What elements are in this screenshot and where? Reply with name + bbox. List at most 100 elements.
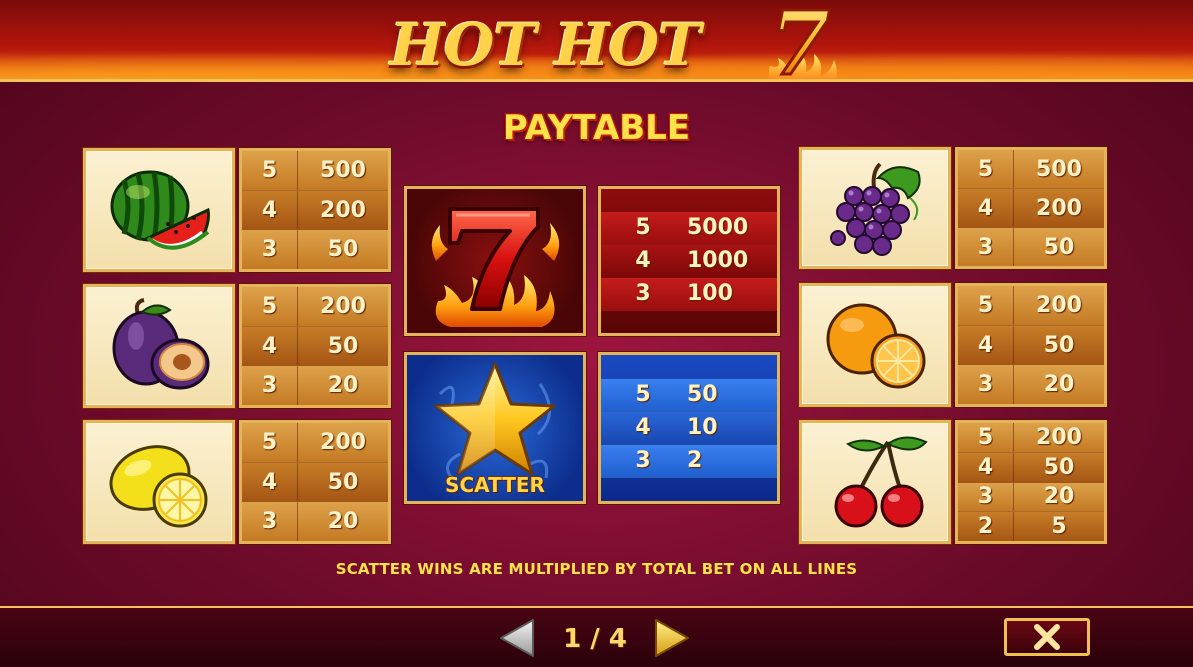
paytable-plum: 5 200 4 50 3 20 (239, 284, 391, 408)
pay-count: 5 (242, 287, 298, 326)
pay-value: 200 (1036, 292, 1082, 318)
pay-count: 5 (242, 423, 298, 462)
pay-row: 5 5000 (601, 211, 777, 245)
pay-row: 3 20 (958, 365, 1104, 404)
star-scatter-icon (434, 362, 556, 479)
pay-value: 50 (327, 237, 359, 263)
pay-count: 3 (242, 230, 298, 269)
arrow-left-icon[interactable] (497, 616, 537, 660)
plum-icon (112, 298, 210, 390)
pay-value: 50 (327, 333, 359, 359)
fire-seven-icon (431, 207, 560, 327)
pay-row: 4 50 (242, 326, 388, 367)
symbol-scatter-star: SCATTER (404, 352, 586, 504)
pay-row: 4 50 (958, 452, 1104, 483)
watermelon-icon (110, 170, 210, 250)
pay-value: 500 (320, 157, 366, 183)
pay-value: 20 (1043, 372, 1075, 398)
pay-row: 4 200 (242, 190, 388, 231)
pay-value: 200 (320, 197, 366, 223)
pay-count: 4 (635, 415, 651, 440)
paytable-cherries: 5 200 4 50 3 20 25 (955, 420, 1107, 544)
game-logo: HOT HOT 7 (390, 0, 860, 82)
pay-count: 5 (958, 286, 1014, 325)
pay-row: 5 50 (601, 378, 777, 412)
logo-text: HOT HOT (390, 11, 701, 79)
pay-count: 3 (242, 502, 298, 541)
pay-row: 3 50 (242, 230, 388, 269)
pay-value: 50 (1043, 454, 1075, 480)
symbol-grapes (799, 147, 951, 269)
pay-row: 5 500 (242, 151, 388, 191)
pay-row: 5 200 (242, 287, 388, 327)
pay-count: 4 (242, 462, 298, 502)
pay-row: 5 200 (958, 423, 1104, 453)
arrow-right-icon[interactable] (652, 616, 692, 660)
paytable-title: PAYTABLE (502, 108, 691, 148)
symbol-orange (799, 283, 951, 407)
pay-value: 50 (687, 382, 718, 407)
pay-row: 5 500 (958, 150, 1104, 189)
pay-value: 20 (327, 373, 359, 399)
pay-row: 4 50 (242, 462, 388, 503)
symbol-cherries (799, 420, 951, 544)
pay-count: 5 (635, 382, 651, 407)
pay-count: 3 (958, 482, 1014, 512)
close-button[interactable] (1004, 618, 1090, 656)
pay-row: 4 200 (958, 189, 1104, 228)
pay-row: 4 1000 (601, 244, 777, 278)
pay-value: 200 (320, 293, 366, 319)
pay-value: 50 (1043, 234, 1075, 260)
pay-value: 20 (327, 509, 359, 535)
header-banner: HOT HOT 7 (0, 0, 1193, 82)
svg-text:7: 7 (769, 0, 830, 82)
pay-value: 20 (1043, 484, 1075, 510)
pay-count: 3 (635, 281, 651, 306)
lemon-icon (109, 445, 208, 528)
pay-count: 4 (242, 326, 298, 366)
symbol-plum (83, 284, 235, 408)
pay-value: 10 (687, 415, 718, 440)
pay-row: 3 20 (242, 502, 388, 541)
pay-row: 4 10 (601, 411, 777, 445)
close-icon (1034, 624, 1060, 650)
scatter-note: SCATTER WINS ARE MULTIPLIED BY TOTAL BET… (335, 560, 858, 578)
paytable-orange: 5 200 4 50 3 20 (955, 283, 1107, 407)
pay-count: 3 (958, 365, 1014, 404)
pay-row: 25 (958, 512, 1104, 541)
pay-count: 3 (635, 448, 651, 473)
logo-seven-icon: 7 (768, 0, 837, 82)
orange-icon (826, 303, 926, 389)
pay-count: 3 (958, 228, 1014, 266)
paytable-lemon: 5 200 4 50 3 20 (239, 420, 391, 544)
page-indicator: 1 / 4 (563, 624, 627, 654)
pay-row: 5 200 (958, 286, 1104, 326)
pay-count: 4 (242, 190, 298, 230)
pay-value: 5 (1051, 514, 1067, 540)
paytable-watermelon: 5 500 4 200 3 50 (239, 148, 391, 272)
paytable-fire-seven: 5 5000 4 1000 3 100 (598, 186, 780, 336)
pay-value: 50 (327, 469, 359, 495)
pay-row: 3 20 (242, 366, 388, 405)
pay-value: 1000 (687, 248, 749, 273)
pay-count: 4 (958, 189, 1014, 227)
paytable-scatter: 5 50 4 10 32 (598, 352, 780, 504)
cherries-icon (834, 436, 928, 528)
pay-value: 200 (320, 429, 366, 455)
pay-count: 4 (635, 248, 651, 273)
pay-count: 4 (958, 452, 1014, 482)
pay-value: 50 (1043, 332, 1075, 358)
pay-value: 2 (687, 448, 703, 473)
pay-count: 2 (958, 512, 1014, 541)
scatter-label: SCATTER (445, 473, 545, 497)
symbol-fire-seven (404, 186, 586, 336)
symbol-lemon (83, 420, 235, 544)
pay-row: 3 20 (958, 482, 1104, 513)
pay-row: 32 (601, 444, 777, 478)
pay-count: 5 (958, 423, 1014, 452)
pay-value: 100 (687, 281, 733, 306)
pay-count: 5 (635, 215, 651, 240)
pay-value: 500 (1036, 156, 1082, 182)
pay-value: 5000 (687, 215, 749, 240)
pay-row: 5 200 (242, 423, 388, 463)
